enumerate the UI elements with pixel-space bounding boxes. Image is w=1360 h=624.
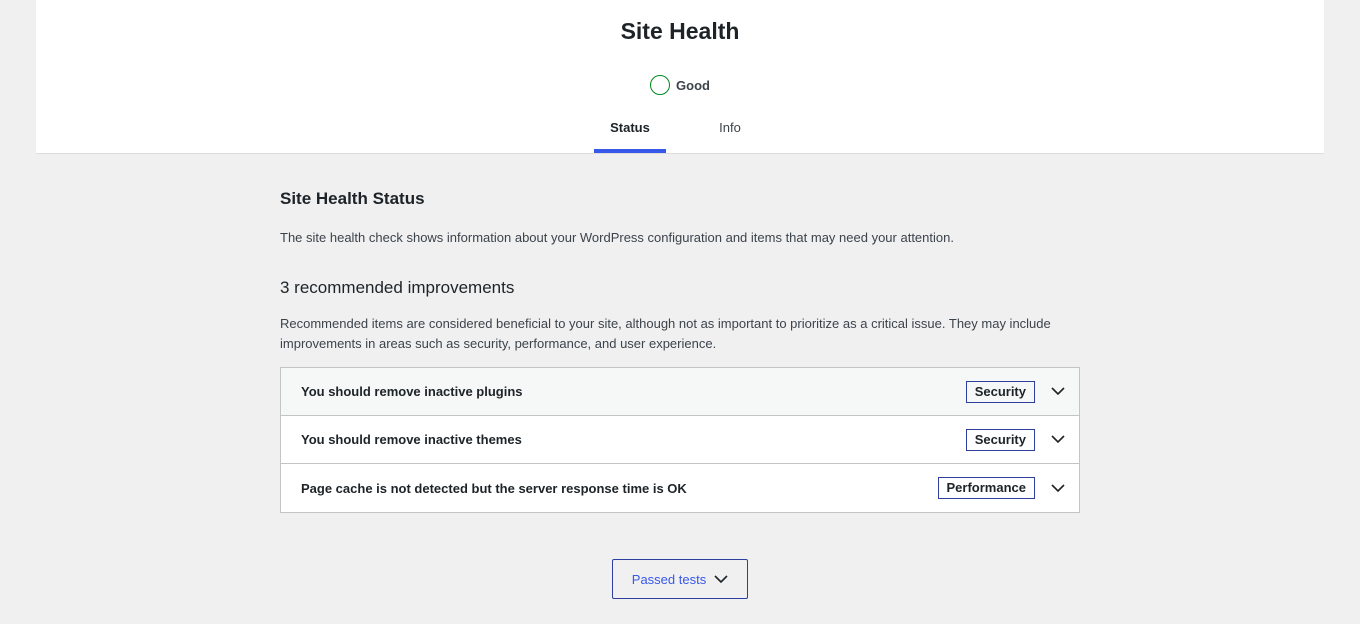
issue-label: Page cache is not detected but the serve… (301, 480, 687, 496)
tab-bar: Status Info (36, 104, 1324, 154)
passed-tests-wrapper: Passed tests (0, 559, 1360, 599)
issue-inactive-plugins[interactable]: You should remove inactive plugins Secur… (281, 368, 1079, 416)
issue-badge-performance: Performance (937, 477, 1035, 499)
chevron-down-icon[interactable] (1035, 478, 1065, 498)
health-indicator: Good (36, 75, 1324, 95)
tab-info[interactable]: Info (694, 104, 766, 153)
passed-tests-label: Passed tests (631, 571, 707, 587)
issue-label: You should remove inactive themes (301, 432, 522, 447)
health-status-label: Good (676, 77, 710, 93)
issue-inactive-themes[interactable]: You should remove inactive themes Securi… (281, 416, 1079, 464)
issue-page-cache[interactable]: Page cache is not detected but the serve… (281, 464, 1079, 512)
issues-accordion: You should remove inactive plugins Secur… (280, 367, 1080, 513)
issue-label: You should remove inactive plugins (301, 384, 523, 399)
improvements-title: 3 recommended improvements (280, 278, 515, 297)
chevron-down-icon (714, 574, 728, 583)
tab-status[interactable]: Status (594, 104, 666, 153)
issue-badge-security: Security (965, 428, 1035, 451)
health-status-circle-icon (650, 75, 671, 95)
passed-tests-button[interactable]: Passed tests (612, 559, 748, 599)
improvements-description: Recommended items are considered benefic… (280, 316, 1051, 351)
issue-badge-security: Security (965, 380, 1035, 403)
chevron-down-icon[interactable] (1035, 382, 1065, 402)
site-health-header: Site Health Good Status Info (36, 0, 1324, 154)
main-content: Site Health Status The site health check… (280, 154, 1080, 513)
status-description: The site health check shows information … (280, 230, 954, 245)
chevron-down-icon[interactable] (1035, 430, 1065, 450)
status-section-title: Site Health Status (280, 189, 425, 208)
page-title: Site Health (620, 18, 740, 44)
